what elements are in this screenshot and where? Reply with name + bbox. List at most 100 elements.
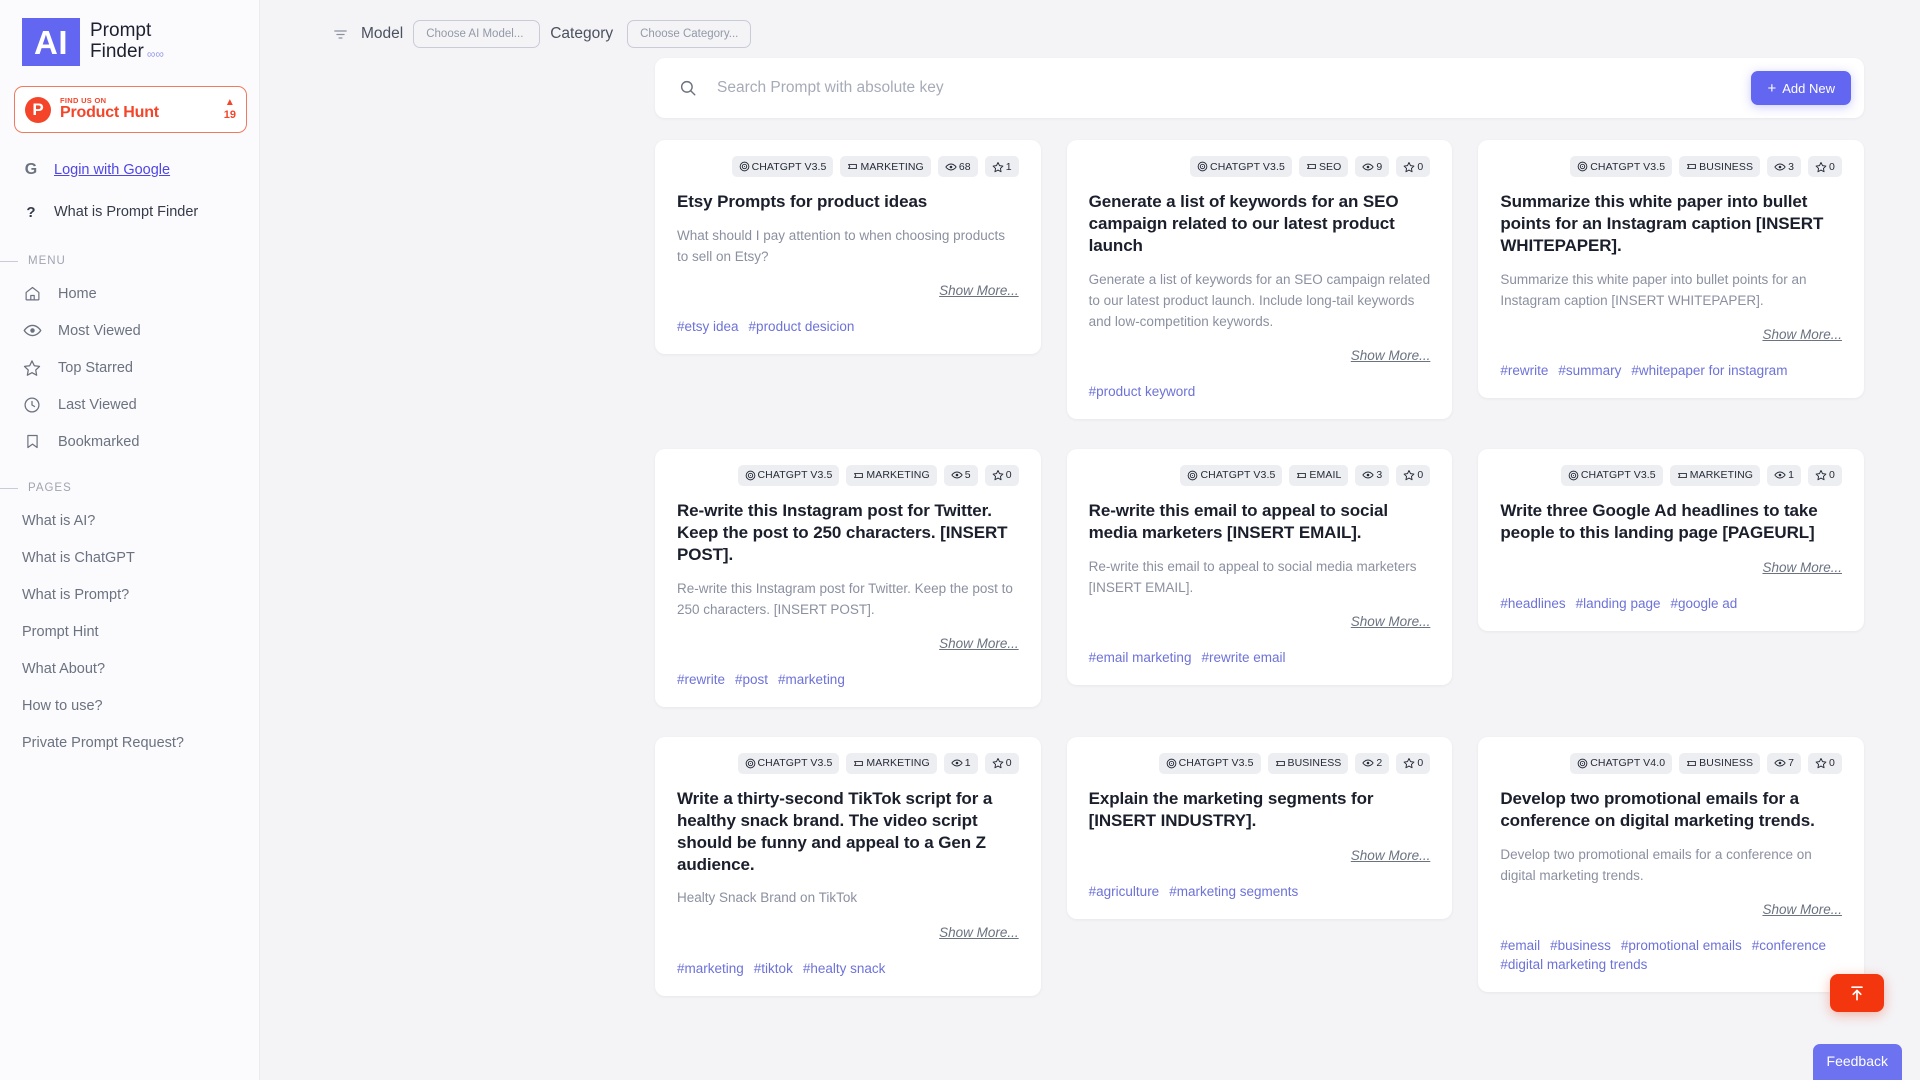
model-badge[interactable]: CHATGPT V3.5 [1561,465,1663,486]
search-icon[interactable] [679,79,697,97]
show-more-link[interactable]: Show More... [677,636,1019,651]
sidebar-item-home[interactable]: Home [0,275,259,312]
show-more-link[interactable]: Show More... [1089,348,1431,363]
sidebar-item-what-is-ai[interactable]: What is AI? [0,502,259,539]
sidebar-item-top-starred[interactable]: Top Starred [0,349,259,386]
product-hunt-upvote[interactable]: ▲ 19 [224,98,236,121]
category-badge[interactable]: MARKETING [1670,465,1760,486]
sidebar-item-what-is-prompt[interactable]: What is Prompt? [0,576,259,613]
sidebar-item-what-is-prompt-finder[interactable]: ? What is Prompt Finder [0,191,259,233]
product-hunt-badge[interactable]: P FIND US ON Product Hunt ▲ 19 [14,86,247,133]
prompt-tag[interactable]: #tiktok [754,961,793,976]
prompt-tag[interactable]: #marketing [677,961,744,976]
prompt-tag[interactable]: #email [1500,938,1540,953]
sidebar-item-private-prompt-request[interactable]: Private Prompt Request? [0,724,259,761]
sidebar-section-pages-heading: PAGES [0,460,259,502]
category-badge[interactable]: SEO [1299,156,1348,177]
prompt-card[interactable]: CHATGPT V3.5 BUSINESS 2 0 Explain the ma… [1067,737,1453,919]
prompt-tag[interactable]: #agriculture [1089,884,1160,899]
model-filter-select[interactable]: Choose AI Model... [413,20,540,48]
stars-badge[interactable]: 0 [985,753,1019,774]
sidebar-section-menu-heading: MENU [0,233,259,275]
prompt-tag[interactable]: #healty snack [803,961,886,976]
model-badge[interactable]: CHATGPT V3.5 [1190,156,1292,177]
show-more-link[interactable]: Show More... [677,925,1019,940]
category-badge[interactable]: MARKETING [846,753,936,774]
prompt-tag[interactable]: #post [735,672,768,687]
sidebar-item-what-is-chatgpt[interactable]: What is ChatGPT [0,539,259,576]
model-badge[interactable]: CHATGPT V4.0 [1570,753,1672,774]
sidebar-item-last-viewed[interactable]: Last Viewed [0,386,259,423]
category-badge[interactable]: BUSINESS [1679,753,1760,774]
stars-badge[interactable]: 0 [1396,465,1430,486]
login-with-google-link[interactable]: G Login with Google [0,149,259,191]
prompt-card[interactable]: CHATGPT V3.5 EMAIL 3 0 Re-write this ema… [1067,449,1453,685]
prompt-card[interactable]: CHATGPT V3.5 MARKETING 1 0 Write a thirt… [655,737,1041,996]
prompt-tag[interactable]: #whitepaper for instagram [1631,363,1787,378]
model-badge[interactable]: CHATGPT V3.5 [1159,753,1261,774]
prompt-card[interactable]: CHATGPT V3.5 MARKETING 68 1 Etsy Prompts… [655,140,1041,354]
stars-badge[interactable]: 0 [1808,753,1842,774]
stars-badge[interactable]: 0 [1396,753,1430,774]
prompt-card[interactable]: CHATGPT V3.5 MARKETING 1 0 Write three G… [1478,449,1864,631]
clock-icon [22,396,42,414]
category-badge[interactable]: MARKETING [846,465,936,486]
stars-badge[interactable]: 1 [985,156,1019,177]
prompt-tag[interactable]: #rewrite email [1201,650,1285,665]
prompt-card[interactable]: CHATGPT V3.5 SEO 9 0 Generate a list of … [1067,140,1453,419]
scroll-to-top-button[interactable] [1830,974,1884,1012]
stars-badge[interactable]: 0 [1808,156,1842,177]
filter-icon[interactable] [332,26,349,43]
prompt-tag[interactable]: #marketing segments [1169,884,1298,899]
model-badge[interactable]: CHATGPT V3.5 [732,156,834,177]
category-filter-select[interactable]: Choose Category... [627,20,751,48]
prompt-tag[interactable]: #etsy idea [677,319,739,334]
app-logo[interactable]: AI Prompt Finder∞∞ [0,0,259,66]
sidebar-item-prompt-hint[interactable]: Prompt Hint [0,613,259,650]
show-more-link[interactable]: Show More... [1500,560,1842,575]
category-badge[interactable]: MARKETING [840,156,930,177]
star-icon [1403,469,1415,481]
prompt-tag[interactable]: #marketing [778,672,845,687]
show-more-link[interactable]: Show More... [677,283,1019,298]
prompt-tag[interactable]: #google ad [1670,596,1737,611]
prompt-card[interactable]: CHATGPT V3.5 BUSINESS 3 0 Summarize this… [1478,140,1864,398]
stars-badge[interactable]: 0 [985,465,1019,486]
model-badge[interactable]: CHATGPT V3.5 [738,753,840,774]
sidebar-item-what-about[interactable]: What About? [0,650,259,687]
sidebar-item-label: How to use? [22,698,103,714]
prompt-card[interactable]: CHATGPT V4.0 BUSINESS 7 0 Develop two pr… [1478,737,1864,992]
model-badge[interactable]: CHATGPT V3.5 [738,465,840,486]
prompt-tag[interactable]: #product keyword [1089,384,1196,399]
prompt-tag[interactable]: #business [1550,938,1611,953]
prompt-tag[interactable]: #promotional emails [1621,938,1742,953]
sidebar-item-bookmarked[interactable]: Bookmarked [0,423,259,460]
search-input[interactable] [717,79,1751,97]
stars-badge[interactable]: 0 [1808,465,1842,486]
show-more-link[interactable]: Show More... [1500,327,1842,342]
prompt-tag[interactable]: #rewrite [1500,363,1548,378]
prompt-tag[interactable]: #summary [1558,363,1621,378]
category-badge[interactable]: BUSINESS [1679,156,1760,177]
show-more-link[interactable]: Show More... [1089,614,1431,629]
prompt-tag[interactable]: #conference [1752,938,1826,953]
show-more-link[interactable]: Show More... [1500,902,1842,917]
show-more-link[interactable]: Show More... [1089,848,1431,863]
stars-badge[interactable]: 0 [1396,156,1430,177]
prompt-tag[interactable]: #product desicion [749,319,855,334]
category-badge[interactable]: BUSINESS [1268,753,1349,774]
prompt-tag[interactable]: #digital marketing trends [1500,957,1647,972]
prompt-tag[interactable]: #landing page [1576,596,1661,611]
prompt-card[interactable]: CHATGPT V3.5 MARKETING 5 0 Re-write this… [655,449,1041,707]
model-badge-label: CHATGPT V3.5 [1179,757,1254,769]
feedback-button[interactable]: Feedback [1813,1044,1902,1080]
prompt-tag[interactable]: #headlines [1500,596,1565,611]
category-badge[interactable]: EMAIL [1289,465,1348,486]
add-new-button[interactable]: + Add New [1751,71,1851,105]
sidebar-item-most-viewed[interactable]: Most Viewed [0,312,259,349]
model-badge[interactable]: CHATGPT V3.5 [1570,156,1672,177]
model-badge[interactable]: CHATGPT V3.5 [1180,465,1282,486]
prompt-tag[interactable]: #email marketing [1089,650,1192,665]
prompt-tag[interactable]: #rewrite [677,672,725,687]
sidebar-item-how-to-use[interactable]: How to use? [0,687,259,724]
